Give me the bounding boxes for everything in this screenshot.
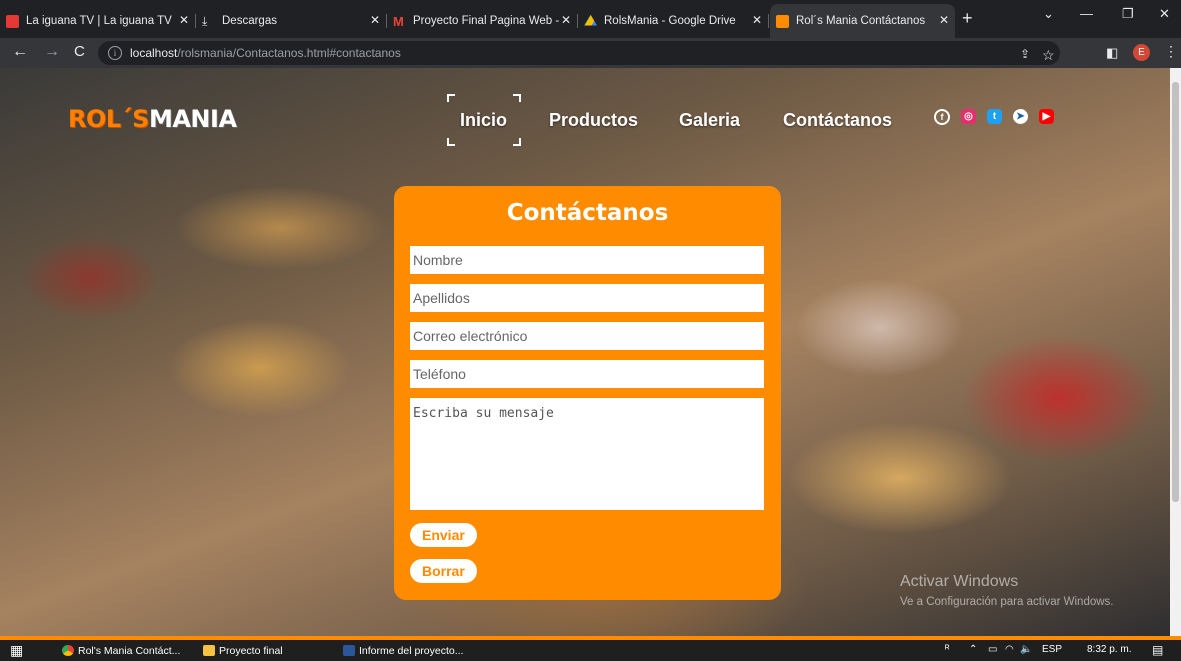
tab-google-drive[interactable]: RolsMania - Google Drive ✕ bbox=[578, 6, 769, 36]
tab-title: Proyecto Final Pagina Web - bbox=[413, 15, 560, 27]
chrome-icon bbox=[62, 645, 74, 656]
close-tab-icon[interactable]: ✕ bbox=[752, 13, 762, 27]
profile-avatar[interactable]: E bbox=[1133, 44, 1150, 61]
restore-icon[interactable]: ❐ bbox=[1122, 6, 1134, 22]
scrollbar-thumb[interactable] bbox=[1172, 82, 1179, 502]
wifi-icon[interactable]: ◠ bbox=[1005, 644, 1014, 655]
download-icon: ⤓ bbox=[202, 13, 208, 28]
nav-active-corner bbox=[447, 94, 455, 102]
url-host: localhost bbox=[130, 46, 178, 60]
tab-title: RolsMania - Google Drive bbox=[604, 15, 736, 27]
tab-gmail[interactable]: M Proyecto Final Pagina Web - ✕ bbox=[387, 6, 578, 36]
activation-watermark-title: Activar Windows bbox=[900, 573, 1019, 590]
language-indicator[interactable]: ESP bbox=[1042, 644, 1062, 655]
side-panel-icon[interactable]: ◧ bbox=[1106, 45, 1118, 61]
taskbar-item-word[interactable]: Informe del proyecto... bbox=[343, 640, 463, 661]
url-field[interactable]: i localhost /rolsmania/Contactanos.html#… bbox=[98, 41, 1060, 65]
instagram-icon[interactable]: ◎ bbox=[961, 109, 976, 124]
logo-part-mania: MANIA bbox=[148, 105, 237, 133]
mensaje-field[interactable] bbox=[410, 398, 764, 510]
site-favicon bbox=[776, 14, 789, 28]
enviar-button[interactable]: Enviar bbox=[410, 523, 477, 547]
nav-productos[interactable]: Productos bbox=[549, 110, 638, 131]
facebook-icon[interactable]: f bbox=[934, 109, 950, 125]
close-tab-icon[interactable]: ✕ bbox=[370, 13, 380, 27]
taskbar-item-chrome[interactable]: Rol's Mania Contáct... bbox=[62, 640, 180, 661]
taskbar-item-label: Proyecto final bbox=[219, 644, 283, 657]
taskbar-item-label: Informe del proyecto... bbox=[359, 644, 464, 657]
browser-tab-bar: La iguana TV | La iguana TV ✕ ⤓ Descarga… bbox=[0, 0, 1181, 38]
telegram-icon[interactable]: ➤ bbox=[1013, 109, 1028, 124]
contact-form: Contáctanos Enviar Borrar bbox=[394, 186, 781, 600]
close-tab-icon[interactable]: ✕ bbox=[179, 13, 189, 27]
tab-descargas[interactable]: ⤓ Descargas ✕ bbox=[196, 6, 387, 36]
logo-part-rols: ROL´S bbox=[68, 105, 149, 133]
address-bar: ← → C i localhost /rolsmania/Contactanos… bbox=[0, 38, 1181, 68]
new-tab-icon[interactable]: + bbox=[962, 8, 973, 29]
tab-title: La iguana TV | La iguana TV bbox=[26, 15, 172, 27]
laiguana-favicon bbox=[6, 14, 19, 28]
more-menu-icon[interactable]: ⋮ bbox=[1164, 43, 1178, 60]
page-scrollbar[interactable] bbox=[1170, 68, 1181, 636]
battery-icon[interactable]: ▭ bbox=[988, 644, 997, 655]
tab-title: Rol´s Mania Contáctanos bbox=[796, 15, 926, 27]
nombre-field[interactable] bbox=[410, 246, 764, 274]
clock[interactable]: 8:32 p. m. bbox=[1087, 644, 1131, 655]
word-icon bbox=[343, 645, 355, 656]
url-path: /rolsmania/Contactanos.html#contactanos bbox=[177, 46, 401, 60]
correo-field[interactable] bbox=[410, 322, 764, 350]
tab-contactanos[interactable]: Rol´s Mania Contáctanos ✕ bbox=[770, 4, 955, 38]
taskbar-item-label: Rol's Mania Contáct... bbox=[78, 644, 181, 657]
apellidos-field[interactable] bbox=[410, 284, 764, 312]
site-info-icon[interactable]: i bbox=[108, 46, 122, 60]
folder-icon bbox=[203, 645, 215, 656]
nav-active-corner bbox=[447, 138, 455, 146]
notifications-icon[interactable]: ▤ bbox=[1152, 643, 1163, 657]
close-tab-icon[interactable]: ✕ bbox=[561, 13, 571, 27]
minimize-icon[interactable]: — bbox=[1080, 6, 1093, 21]
reload-icon[interactable]: C bbox=[74, 43, 85, 60]
nav-contactanos[interactable]: Contáctanos bbox=[783, 110, 892, 131]
google-drive-icon bbox=[584, 14, 597, 26]
telefono-field[interactable] bbox=[410, 360, 764, 388]
back-icon[interactable]: ← bbox=[12, 43, 28, 61]
nav-active-corner bbox=[513, 94, 521, 102]
tab-search-icon[interactable]: ⌄ bbox=[1043, 6, 1054, 22]
taskbar-item-folder[interactable]: Proyecto final bbox=[203, 640, 283, 661]
tab-laiguana[interactable]: La iguana TV | La iguana TV ✕ bbox=[0, 6, 196, 36]
site-logo[interactable]: ROL´SMANIA bbox=[68, 105, 237, 133]
bookmark-star-icon[interactable]: ☆ bbox=[1042, 47, 1055, 64]
share-icon[interactable]: ⇪ bbox=[1020, 47, 1030, 61]
close-tab-icon[interactable]: ✕ bbox=[939, 13, 949, 27]
web-page: ROL´SMANIA Inicio Productos Galeria Cont… bbox=[0, 68, 1170, 636]
nav-inicio[interactable]: Inicio bbox=[460, 110, 507, 131]
borrar-button[interactable]: Borrar bbox=[410, 559, 477, 583]
tab-title: Descargas bbox=[222, 15, 277, 27]
windows-taskbar: ▦ Rol's Mania Contáct... Proyecto final … bbox=[0, 640, 1181, 661]
gmail-icon: M bbox=[393, 13, 404, 29]
forward-icon[interactable]: → bbox=[44, 43, 60, 61]
task-view-icon[interactable]: ▦ bbox=[10, 640, 23, 661]
volume-icon[interactable]: 🔈 bbox=[1020, 644, 1032, 655]
nav-galeria[interactable]: Galeria bbox=[679, 110, 740, 131]
show-hidden-icons[interactable]: ⌃ bbox=[969, 644, 977, 655]
form-title: Contáctanos bbox=[506, 200, 669, 226]
close-window-icon[interactable]: ✕ bbox=[1159, 6, 1170, 22]
twitter-icon[interactable]: t bbox=[987, 109, 1002, 124]
activation-watermark-subtitle: Ve a Configuración para activar Windows. bbox=[900, 596, 1114, 608]
people-icon[interactable]: ᴿ bbox=[945, 644, 950, 655]
nav-active-corner bbox=[513, 138, 521, 146]
youtube-icon[interactable]: ▶ bbox=[1039, 109, 1054, 124]
